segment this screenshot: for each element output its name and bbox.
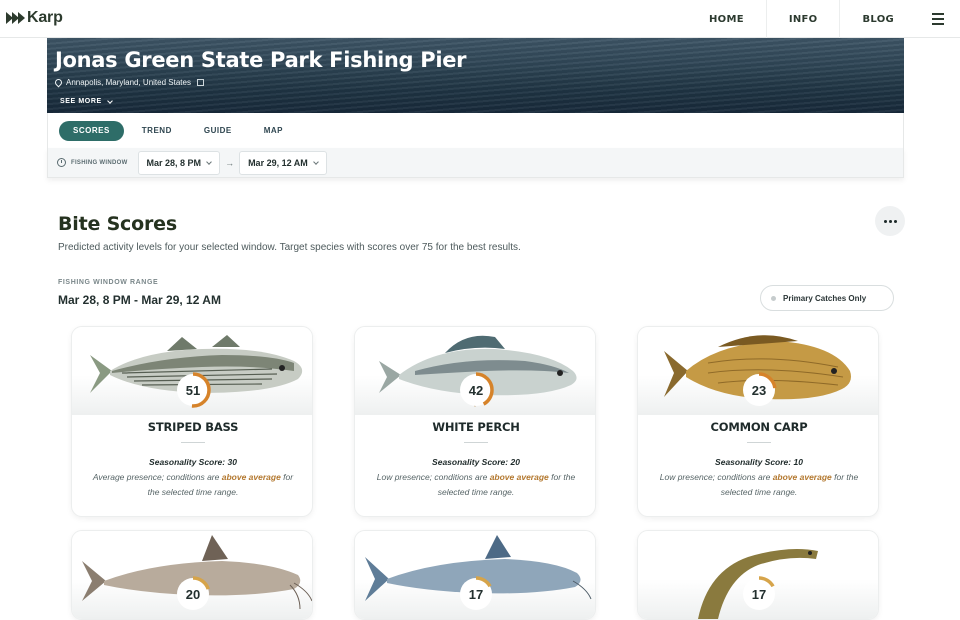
seasonality-score: Seasonality Score: 30: [149, 457, 237, 467]
toggle-dot-icon: [771, 295, 776, 301]
note-text: Average presence; conditions are: [92, 472, 222, 482]
fishing-window-label: FISHING WINDOW: [71, 159, 128, 166]
tab-trend[interactable]: TREND: [126, 121, 188, 141]
location-tabs: SCORES TREND GUIDE MAP: [47, 113, 904, 148]
section-title: Bite Scores: [58, 213, 177, 235]
note-highlight: above average: [772, 472, 832, 482]
condition-note: Low presence; conditions are above avera…: [371, 470, 581, 500]
note-highlight: above average: [489, 472, 549, 482]
note-highlight: above average: [221, 472, 281, 482]
nav-info[interactable]: INFO: [767, 0, 840, 38]
score-ring: 51: [174, 371, 212, 409]
score-ring: 17: [457, 575, 495, 613]
range-label: FISHING WINDOW RANGE: [58, 279, 159, 286]
fishing-window-bar: FISHING WINDOW Mar 28, 8 PM → Mar 29, 12…: [47, 148, 904, 178]
bite-score: 17: [751, 586, 767, 602]
bite-score: 42: [468, 382, 484, 398]
primary-catches-toggle[interactable]: Primary Catches Only: [760, 285, 894, 311]
bite-score: 51: [185, 382, 201, 398]
range-value: Mar 28, 8 PM - Mar 29, 12 AM: [58, 293, 221, 307]
divider: [181, 442, 205, 443]
toggle-label: Primary Catches Only: [783, 293, 867, 303]
score-ring: 20: [174, 575, 212, 613]
window-end-value: Mar 29, 12 AM: [248, 157, 308, 168]
see-more-button[interactable]: SEE MORE: [60, 97, 113, 105]
tab-guide[interactable]: GUIDE: [188, 121, 248, 141]
location-hero-banner: Jonas Green State Park Fishing Pier Anna…: [47, 38, 904, 113]
score-ring: 23: [740, 371, 778, 409]
brand-name: Karp: [27, 9, 63, 26]
fast-forward-logo-icon: [6, 12, 25, 24]
chevron-down-icon: [206, 158, 212, 165]
seasonality-score: Seasonality Score: 10: [715, 457, 803, 467]
species-card[interactable]: 17: [637, 530, 879, 620]
species-name: STRIPED BASS: [147, 420, 239, 434]
clock-icon: [57, 158, 66, 167]
window-end-select[interactable]: Mar 29, 12 AM: [239, 150, 327, 175]
condition-note: Low presence; conditions are above avera…: [654, 470, 864, 500]
score-ring: 17: [740, 575, 778, 613]
nav-home[interactable]: HOME: [687, 0, 766, 38]
note-text: Low presence; conditions are: [376, 472, 490, 482]
tab-map[interactable]: MAP: [248, 121, 299, 141]
more-options-icon[interactable]: [875, 206, 905, 236]
chevron-down-icon: [312, 158, 319, 165]
arrow-right-icon: →: [225, 157, 235, 168]
species-card[interactable]: 17: [354, 530, 596, 620]
species-card[interactable]: 42 WHITE PERCH Seasonality Score: 20 Low…: [354, 326, 596, 517]
nav-blog[interactable]: BLOG: [840, 0, 916, 38]
top-navbar: Karp HOME INFO BLOG: [0, 0, 960, 38]
location-address: Annapolis, Maryland, United States: [66, 78, 191, 87]
seasonality-score: Seasonality Score: 20: [432, 457, 520, 467]
bite-score: 17: [468, 586, 484, 602]
map-pin-icon: [53, 77, 64, 88]
condition-note: Average presence; conditions are above a…: [88, 470, 298, 500]
karp-logo[interactable]: Karp: [6, 9, 63, 27]
divider: [464, 442, 488, 443]
species-name: WHITE PERCH: [432, 420, 520, 434]
main-nav: HOME INFO BLOG: [687, 0, 960, 38]
species-card[interactable]: 20: [71, 530, 313, 620]
location-title: Jonas Green State Park Fishing Pier: [55, 48, 467, 72]
location-address-row: Annapolis, Maryland, United States: [53, 77, 204, 88]
section-description: Predicted activity levels for your selec…: [58, 242, 521, 253]
see-more-label: SEE MORE: [60, 98, 102, 105]
window-start-select[interactable]: Mar 28, 8 PM: [137, 150, 221, 175]
copy-icon[interactable]: [196, 79, 204, 86]
window-start-value: Mar 28, 8 PM: [146, 157, 202, 168]
score-ring: 42: [457, 371, 495, 409]
species-card[interactable]: 23 COMMON CARP Seasonality Score: 10 Low…: [637, 326, 879, 517]
species-name: COMMON CARP: [710, 420, 808, 434]
tab-scores[interactable]: SCORES: [59, 120, 124, 141]
chevron-down-icon: [106, 97, 113, 104]
species-card[interactable]: 51 STRIPED BASS Seasonality Score: 30 Av…: [71, 326, 313, 517]
hamburger-menu-icon[interactable]: [916, 0, 960, 38]
note-text: Low presence; conditions are: [659, 472, 773, 482]
bite-score: 23: [751, 382, 767, 398]
divider: [747, 442, 771, 443]
bite-score: 20: [185, 586, 201, 602]
